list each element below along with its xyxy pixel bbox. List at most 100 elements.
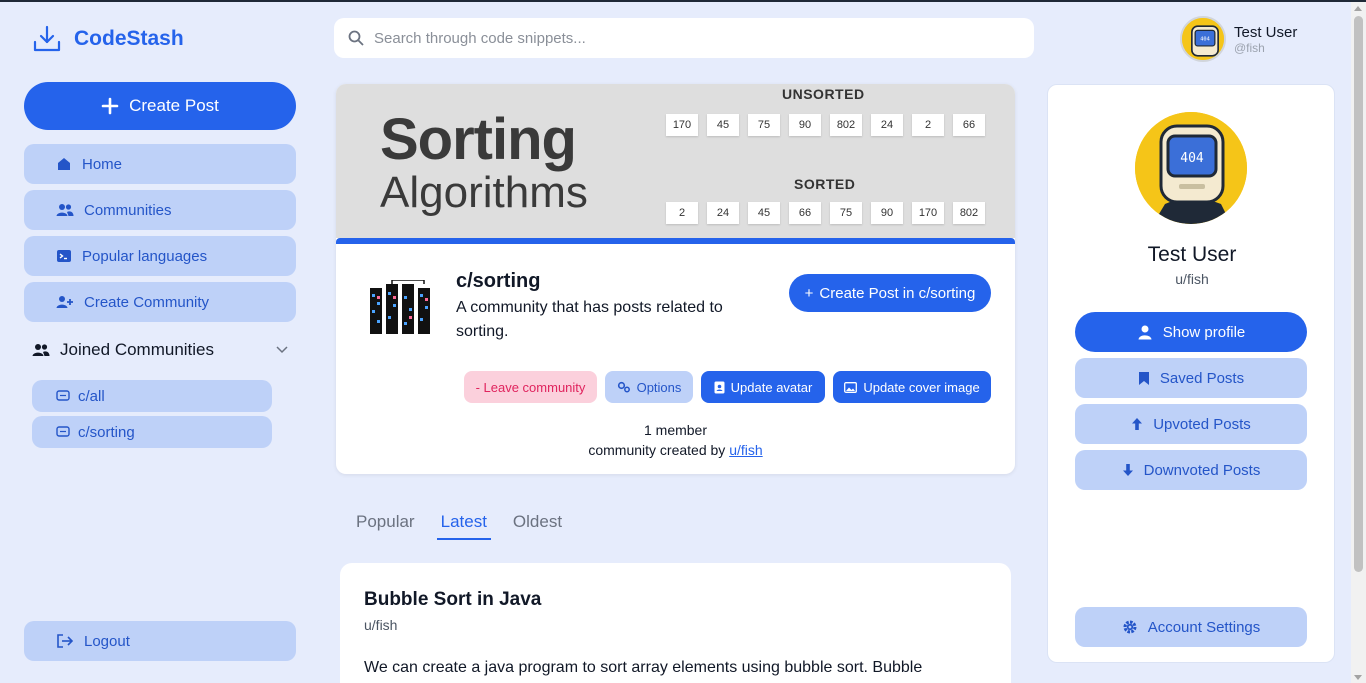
sidebar-item-create-community[interactable]: Create Community bbox=[24, 282, 296, 322]
cogs-icon bbox=[617, 381, 630, 393]
profile-avatar: 404 bbox=[1135, 112, 1247, 224]
joined-community-all[interactable]: c/all bbox=[32, 380, 272, 412]
cover-title-line2: Algorithms bbox=[380, 168, 588, 217]
downvoted-posts-label: Downvoted Posts bbox=[1143, 461, 1261, 479]
app-logo[interactable]: CodeStash bbox=[32, 24, 184, 54]
number-box: 170 bbox=[666, 114, 698, 136]
id-badge-icon bbox=[714, 381, 725, 393]
number-box: 2 bbox=[666, 202, 698, 224]
chevron-down-icon bbox=[276, 346, 288, 354]
search-input[interactable] bbox=[374, 29, 994, 47]
cover-title-line1: Sorting bbox=[380, 107, 577, 172]
cover-accent-bar bbox=[336, 238, 1015, 244]
update-cover-label: Update cover image bbox=[863, 379, 980, 395]
number-box: 90 bbox=[871, 202, 903, 224]
top-user-name: Test User bbox=[1234, 23, 1298, 41]
image-icon bbox=[844, 381, 858, 393]
create-post-in-community-button[interactable]: + Create Post in c/sorting bbox=[789, 274, 991, 312]
number-box: 24 bbox=[871, 114, 903, 136]
member-count: 1 member bbox=[643, 422, 708, 438]
number-box: 802 bbox=[953, 202, 985, 224]
avatar: 404 bbox=[1180, 16, 1226, 62]
number-box: 90 bbox=[789, 114, 821, 136]
cover-unsorted-label: UNSORTED bbox=[782, 86, 865, 102]
profile-panel: 404 Test User u/fish Show profile Saved … bbox=[1047, 84, 1335, 663]
scroll-up-arrow[interactable] bbox=[1354, 6, 1362, 11]
scroll-down-arrow[interactable] bbox=[1354, 675, 1362, 680]
number-box: 75 bbox=[830, 202, 862, 224]
robot-avatar-icon: 404 bbox=[1182, 18, 1224, 60]
sorted-row: 2 24 45 66 75 90 170 802 bbox=[666, 202, 985, 224]
update-cover-image-button[interactable]: Update cover image bbox=[833, 371, 991, 403]
post-title[interactable]: Bubble Sort in Java bbox=[364, 589, 987, 611]
create-post-in-label: Create Post in c/sorting bbox=[819, 284, 976, 302]
joined-communities-toggle[interactable]: Joined Communities bbox=[32, 338, 288, 362]
saved-posts-button[interactable]: Saved Posts bbox=[1075, 358, 1307, 398]
page-scrollbar[interactable] bbox=[1351, 2, 1366, 683]
upvoted-posts-label: Upvoted Posts bbox=[1153, 415, 1251, 433]
community-name: c/sorting bbox=[456, 270, 541, 292]
home-icon bbox=[58, 158, 70, 170]
leave-community-button[interactable]: - Leave community bbox=[464, 371, 597, 403]
joined-community-label: c/all bbox=[78, 387, 105, 405]
cover-sorted-label: SORTED bbox=[794, 176, 856, 192]
number-box: 45 bbox=[707, 114, 739, 136]
joined-community-label: c/sorting bbox=[78, 423, 135, 441]
number-box: 66 bbox=[789, 202, 821, 224]
tab-latest[interactable]: Latest bbox=[436, 510, 491, 540]
upvoted-posts-button[interactable]: Upvoted Posts bbox=[1075, 404, 1307, 444]
joined-communities-title: Joined Communities bbox=[60, 340, 215, 359]
bookmark-icon bbox=[1138, 371, 1149, 385]
profile-name: Test User bbox=[1147, 243, 1237, 266]
show-profile-label: Show profile bbox=[1162, 323, 1246, 341]
update-avatar-label: Update avatar bbox=[730, 379, 813, 395]
number-box: 75 bbox=[748, 114, 780, 136]
create-post-button[interactable]: Create Post bbox=[24, 82, 296, 130]
robot-avatar-icon: 404 bbox=[1135, 112, 1247, 224]
top-user-menu[interactable]: 404 Test User @fish bbox=[1180, 16, 1297, 62]
number-box: 66 bbox=[953, 114, 985, 136]
plus-icon: + bbox=[804, 284, 814, 302]
joined-community-sorting[interactable]: c/sorting bbox=[32, 416, 272, 448]
arrow-down-icon bbox=[1122, 464, 1133, 476]
options-label: Options bbox=[636, 379, 682, 395]
options-button[interactable]: Options bbox=[605, 371, 693, 403]
post-body: We can create a java program to sort arr… bbox=[364, 659, 923, 676]
number-box: 170 bbox=[912, 202, 944, 224]
update-avatar-button[interactable]: Update avatar bbox=[701, 371, 825, 403]
show-profile-button[interactable]: Show profile bbox=[1075, 312, 1307, 352]
tab-popular[interactable]: Popular bbox=[352, 510, 419, 540]
sidebar-item-communities[interactable]: Communities bbox=[24, 190, 296, 230]
chat-bubble-icon bbox=[56, 390, 70, 401]
sidebar-item-popular-languages[interactable]: Popular languages bbox=[24, 236, 296, 276]
leave-community-label: - Leave community bbox=[475, 379, 586, 395]
profile-handle: u/fish bbox=[1175, 271, 1209, 287]
sidebar-item-label: Communities bbox=[84, 201, 172, 219]
create-post-label: Create Post bbox=[129, 96, 219, 115]
logout-icon bbox=[57, 634, 74, 648]
sort-tabs: Popular Latest Oldest bbox=[352, 510, 584, 540]
saved-posts-label: Saved Posts bbox=[1159, 369, 1245, 387]
top-user-handle: @fish bbox=[1234, 40, 1265, 55]
downvoted-posts-button[interactable]: Downvoted Posts bbox=[1075, 450, 1307, 490]
arrow-up-icon bbox=[1132, 418, 1143, 430]
plus-icon bbox=[101, 97, 119, 115]
tab-oldest[interactable]: Oldest bbox=[509, 510, 566, 540]
creator-link[interactable]: u/fish bbox=[729, 442, 762, 458]
cover-image: Sorting Algorithms UNSORTED 170 45 75 90… bbox=[336, 84, 1015, 238]
scrollbar-thumb[interactable] bbox=[1354, 16, 1363, 572]
number-box: 24 bbox=[707, 202, 739, 224]
avatar-text: 404 bbox=[1180, 151, 1204, 166]
community-meta: 1 member community created by u/fish bbox=[336, 420, 1015, 460]
account-settings-button[interactable]: Account Settings bbox=[1075, 607, 1307, 647]
post-author[interactable]: u/fish bbox=[364, 617, 987, 633]
unsorted-row: 170 45 75 90 802 24 2 66 bbox=[666, 114, 985, 136]
created-by-prefix: community created by bbox=[588, 442, 726, 458]
number-box: 802 bbox=[830, 114, 862, 136]
post-card[interactable]: Bubble Sort in Java u/fish We can create… bbox=[340, 563, 1011, 683]
user-icon bbox=[1138, 325, 1152, 340]
users-icon bbox=[56, 204, 74, 216]
logout-button[interactable]: Logout bbox=[24, 621, 296, 661]
sidebar-item-home[interactable]: Home bbox=[24, 144, 296, 184]
terminal-icon bbox=[57, 250, 71, 262]
